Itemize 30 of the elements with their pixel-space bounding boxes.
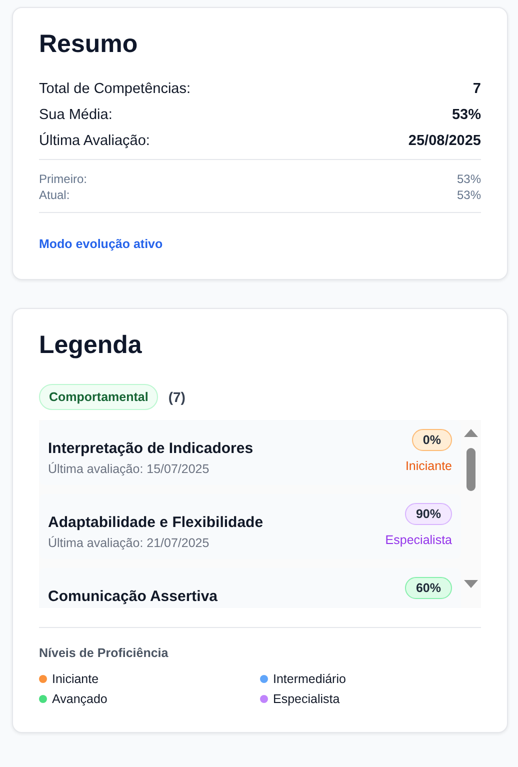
level-name: Iniciante [52,672,99,686]
competency-name: Adaptabilidade e Flexibilidade [48,514,264,532]
summary-title: Resumo [39,30,139,59]
level-name: Especialista [273,692,340,706]
category-tag[interactable]: Comportamental [39,384,158,410]
evolution-value: 53% [456,172,481,186]
stat-label: Sua Média: [39,107,112,123]
evolution-mode-link[interactable]: Modo evolução ativo [39,237,163,251]
evolution-label: Atual: [39,188,70,202]
competency-date: Última avaliação: 15/07/2025 [48,462,210,476]
competency-name: Comunicação Assertiva [48,588,218,606]
level-label: Especialista [385,533,452,547]
percent-badge: 0% [412,429,452,451]
percent-badge: 60% [404,577,452,599]
stat-value: 53% [452,107,481,123]
levels-title: Níveis de Proficiência [39,646,170,660]
level-name: Avançado [52,692,108,706]
competency-name: Interpretação de Indicadores [48,440,254,458]
evolution-value: 53% [456,188,481,202]
evolution-label: Primeiro: [39,172,88,186]
level-name: Intermediário [273,672,346,686]
competency-date: Última avaliação: 21/07/2025 [48,536,210,550]
legend-title: Legenda [39,331,143,360]
category-count: (7) [168,389,186,405]
stat-value: 7 [472,81,481,97]
level-label: Iniciante [405,459,452,473]
stat-label: Total de Competências: [39,81,191,97]
stat-label: Última Avaliação: [39,133,150,149]
percent-badge: 90% [404,503,452,525]
stat-value: 25/08/2025 [408,133,481,149]
